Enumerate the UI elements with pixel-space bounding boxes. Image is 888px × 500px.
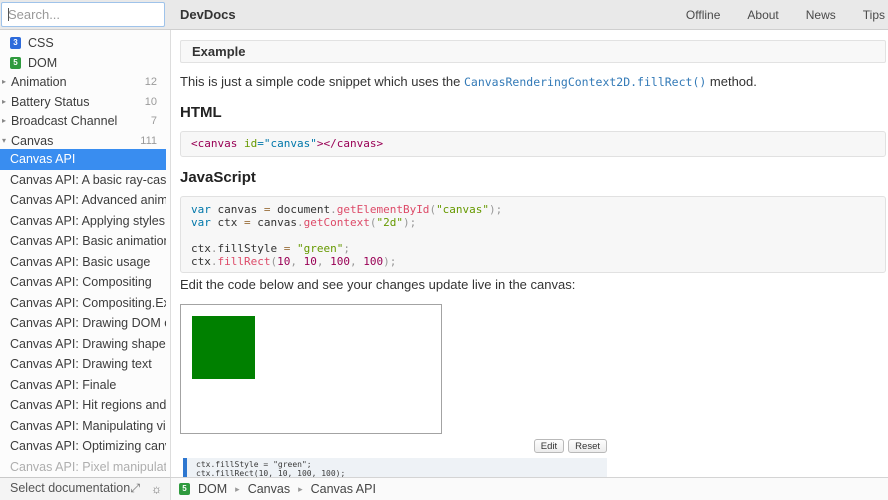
search-input[interactable]	[1, 2, 165, 27]
chevron-down-icon[interactable]: ▾	[2, 131, 10, 151]
intro-text-before: This is just a simple code snippet which…	[180, 74, 464, 89]
entry-count-badge: 111	[140, 134, 157, 147]
theme-toggle-icon[interactable]: ☼	[151, 482, 162, 496]
sidebar-page-item[interactable]: Canvas API: Pixel manipulation wi...	[0, 457, 166, 478]
example-section-header: Example	[180, 40, 886, 63]
sidebar-item-broadcast-channel[interactable]: ▸ Broadcast Channel 7	[0, 111, 170, 131]
breadcrumb-separator-icon: ▸	[298, 483, 303, 494]
edit-instruction: Edit the code below and see your changes…	[180, 277, 576, 292]
resize-icon[interactable]: ⤢	[130, 481, 140, 496]
intro-paragraph: This is just a simple code snippet which…	[180, 74, 757, 89]
breadcrumb-item-canvas[interactable]: Canvas	[248, 482, 290, 496]
breadcrumb-item-dom[interactable]: DOM	[198, 482, 227, 496]
javascript-code-block: var canvas = document.getElementById("ca…	[180, 196, 886, 273]
entry-count-badge: 7	[150, 115, 157, 127]
entry-count-badge: 10	[144, 95, 157, 108]
header-link-offline[interactable]: Offline	[686, 8, 720, 22]
app-title: DevDocs	[180, 7, 236, 22]
chevron-right-icon[interactable]: ▸	[2, 111, 10, 131]
sidebar-page-item[interactable]: Canvas API: Drawing shapes	[0, 334, 166, 355]
devdocs-app: DevDocs OfflineAboutNewsTips 3CSS5DOM▸An…	[0, 0, 888, 500]
sidebar-page-item[interactable]: Canvas API: Drawing text	[0, 354, 166, 375]
sidebar-page-item[interactable]: Canvas API: Finale	[0, 375, 166, 396]
dom-doc-icon: 5	[179, 483, 190, 495]
sidebar-page-item[interactable]: Canvas API: Manipulating video u...	[0, 416, 166, 437]
css-doc-icon: 3	[10, 37, 21, 49]
sidebar-item-css[interactable]: 3 CSS	[0, 33, 170, 53]
sidebar-page-item[interactable]: Canvas API: Compositing	[0, 272, 166, 293]
sidebar-page-item[interactable]: Canvas API: Hit regions and acces...	[0, 395, 166, 416]
sidebar-page-item[interactable]: Canvas API	[0, 149, 166, 170]
sidebar-page-item[interactable]: Canvas API: Drawing DOM object...	[0, 313, 166, 334]
header-link-about[interactable]: About	[747, 8, 778, 22]
sidebar-footer-icons: ⤢ ☼	[130, 478, 162, 499]
live-canvas	[180, 304, 442, 434]
sidebar-item-canvas[interactable]: ▾ Canvas 111	[0, 131, 170, 151]
edit-button[interactable]: Edit	[533, 439, 565, 453]
fillrect-method-link[interactable]: CanvasRenderingContext2D.fillRect()	[464, 75, 706, 89]
header-links: Offline About News Tips	[686, 0, 888, 30]
doc-label: CSS	[28, 36, 54, 50]
entry-count-badge: 12	[144, 76, 157, 88]
breadcrumb-bar: 5 DOM ▸ Canvas ▸ Canvas API	[171, 477, 888, 500]
javascript-heading: JavaScript	[180, 169, 256, 186]
doc-label: DOM	[28, 55, 58, 70]
chevron-right-icon[interactable]: ▸	[2, 72, 10, 92]
top-header: DevDocs Offline About News Tips	[0, 0, 888, 30]
header-link-news[interactable]: News	[806, 8, 836, 22]
sidebar-footer: Select documentation ⤢ ☼	[0, 477, 171, 500]
sidebar-page-item[interactable]: Canvas API: Advanced animations	[0, 190, 166, 211]
reset-button[interactable]: Reset	[568, 439, 607, 453]
sidebar-page-item[interactable]: Canvas API: Basic usage	[0, 252, 166, 273]
html-code-block: <canvas id="canvas"></canvas>	[180, 131, 886, 157]
breadcrumb: DOM ▸ Canvas ▸ Canvas API	[198, 482, 376, 496]
sidebar-page-item[interactable]: Canvas API: Compositing.Example	[0, 293, 166, 314]
sidebar-page-item[interactable]: Canvas API: Optimizing canvas	[0, 436, 166, 457]
doc-label: Canvas	[11, 133, 54, 148]
live-code-editor[interactable]: ctx.fillStyle = "green"; ctx.fillRect(10…	[183, 458, 607, 478]
sidebar-item-battery-status[interactable]: ▸ Battery Status 10	[0, 92, 170, 112]
breadcrumb-item-canvas-api[interactable]: Canvas API	[311, 482, 376, 496]
editor-buttons: Edit Reset	[180, 439, 607, 453]
doc-label: Battery Status	[11, 94, 90, 109]
dom-doc-icon: 5	[10, 56, 21, 69]
intro-text-after: method.	[706, 74, 757, 89]
html-heading: HTML	[180, 104, 222, 121]
doc-label: Broadcast Channel	[11, 114, 118, 128]
sidebar-page-item[interactable]: Canvas API: Applying styles and c...	[0, 211, 166, 232]
editor-code-text: ctx.fillStyle = "green"; ctx.fillRect(10…	[196, 460, 346, 478]
breadcrumb-separator-icon: ▸	[235, 483, 240, 494]
green-fill-rect	[192, 316, 255, 379]
editor-left-bar	[183, 458, 187, 478]
text-caret	[8, 8, 9, 21]
sidebar-page-item[interactable]: Canvas API: A basic ray-caster	[0, 170, 166, 191]
doc-label: Animation	[11, 75, 67, 89]
sidebar-page-item[interactable]: Canvas API: Basic animations	[0, 231, 166, 252]
header-link-tips[interactable]: Tips	[863, 8, 885, 22]
select-documentation-button[interactable]: Select documentation	[10, 478, 130, 499]
sidebar-item-animation[interactable]: ▸ Animation 12	[0, 72, 170, 92]
sidebar-item-dom[interactable]: 5 DOM	[0, 53, 170, 73]
chevron-right-icon[interactable]: ▸	[2, 92, 10, 112]
sidebar: 3 CSS 5 DOM ▸ Animation 12 ▸ Battery Status 10 ▸ Br…	[0, 30, 171, 477]
